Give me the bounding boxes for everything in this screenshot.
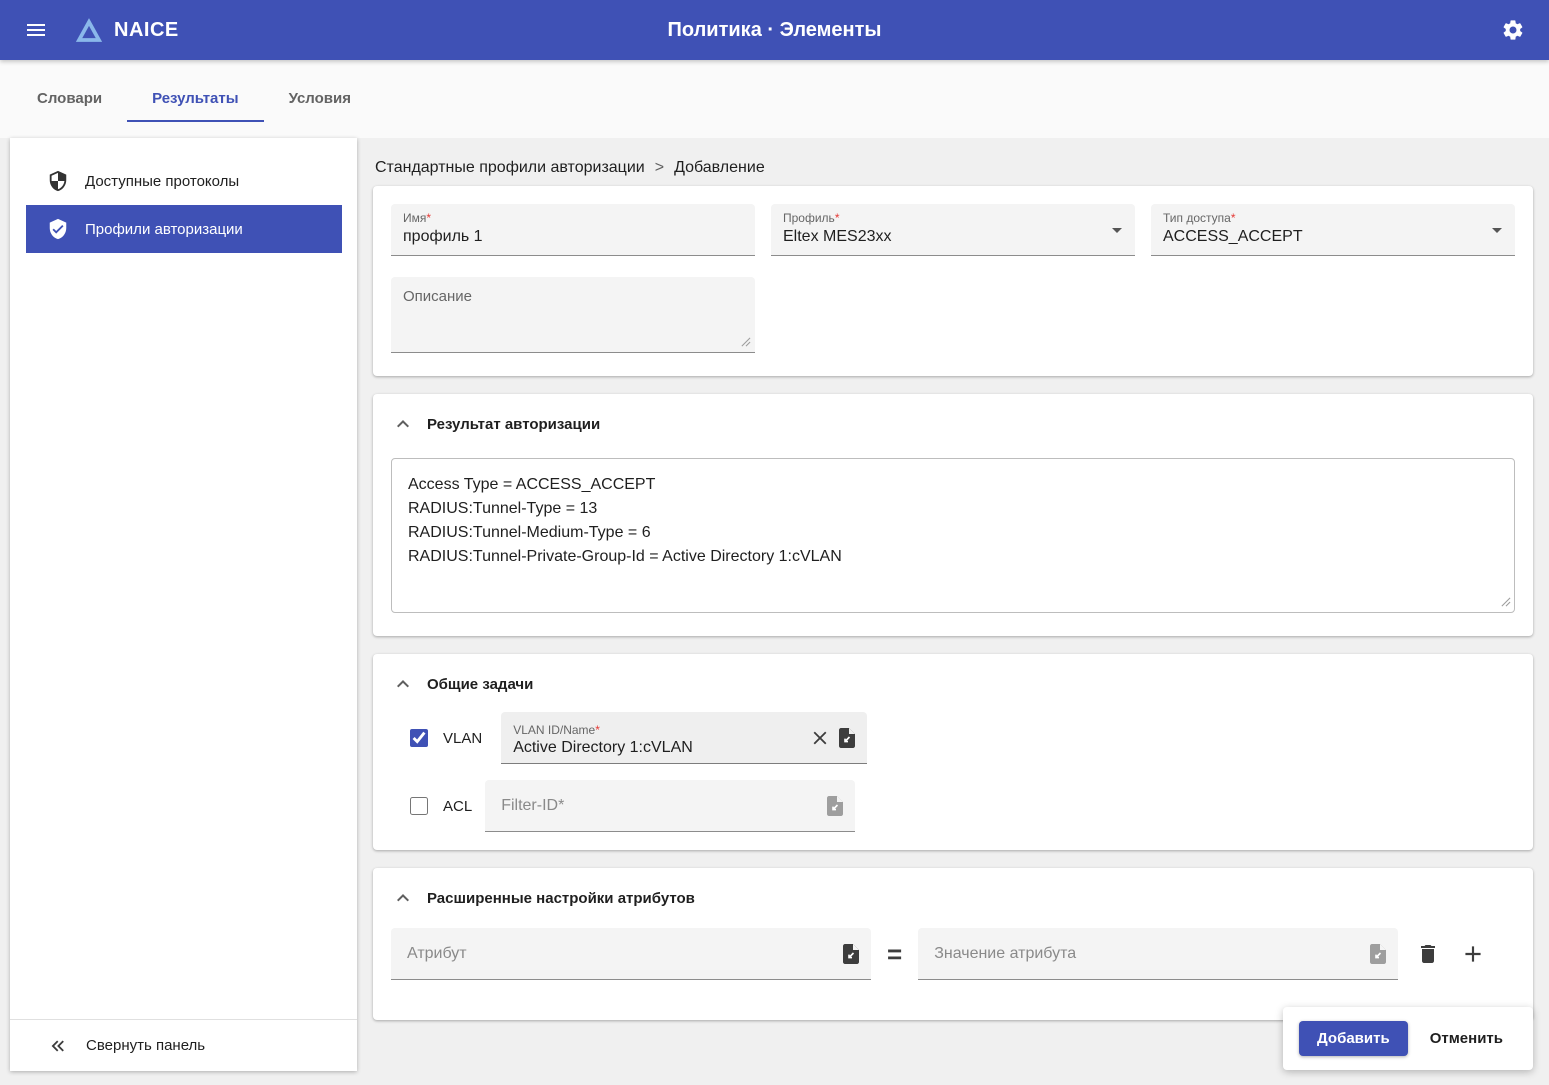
vlan-id-field-value: Active Directory 1:cVLAN <box>513 737 807 757</box>
sidebar-item-label: Доступные протоколы <box>85 173 239 190</box>
common-tasks-card: Общие задачи VLAN VLAN ID/Name* Active D… <box>373 654 1533 850</box>
general-info-card: Имя* Профиль* Eltex MES23xx Тип доступа*… <box>373 186 1533 376</box>
gear-icon[interactable] <box>1497 14 1529 46</box>
sidebar-item-label: Профили авторизации <box>85 221 243 238</box>
cancel-button[interactable]: Отменить <box>1416 1021 1517 1056</box>
profile-select-value: Eltex MES23xx <box>783 225 1105 246</box>
access-type-select[interactable]: Тип доступа* ACCESS_ACCEPT <box>1151 204 1515 256</box>
breadcrumb-current: Добавление <box>674 159 765 177</box>
paste-from-dictionary-icon[interactable] <box>833 724 861 752</box>
acl-checkbox-label: ACL <box>443 798 472 815</box>
app-bar: NAICE Политика · Элементы <box>0 0 1549 60</box>
required-asterisk: * <box>426 211 431 225</box>
vlan-id-field[interactable]: VLAN ID/Name* Active Directory 1:cVLAN <box>501 712 867 764</box>
collapse-section-icon[interactable] <box>391 886 415 910</box>
dropdown-arrow-icon <box>1112 228 1122 233</box>
vlan-row: VLAN VLAN ID/Name* Active Directory 1:cV… <box>391 712 1515 764</box>
brand: NAICE <box>74 15 179 45</box>
collapse-section-icon[interactable] <box>391 672 415 696</box>
acl-checkbox[interactable] <box>410 797 428 815</box>
double-chevron-left-icon <box>47 1035 69 1057</box>
access-type-select-value: ACCESS_ACCEPT <box>1163 225 1485 246</box>
sidebar-item-authorization-profiles[interactable]: Профили авторизации <box>26 205 342 253</box>
delete-row-icon[interactable] <box>1414 940 1442 968</box>
required-asterisk: * <box>1231 211 1236 225</box>
breadcrumb-parent[interactable]: Стандартные профили авторизации <box>375 159 645 177</box>
collapse-panel-button[interactable]: Свернуть панель <box>10 1019 357 1071</box>
main-content: Стандартные профили авторизации > Добавл… <box>357 138 1549 1085</box>
collapse-section-icon[interactable] <box>391 412 415 436</box>
tab-dictionaries[interactable]: Словари <box>12 74 127 122</box>
attribute-input[interactable] <box>395 945 837 963</box>
auth-result-textarea[interactable]: Access Type = ACCESS_ACCEPT RADIUS:Tunne… <box>391 458 1515 613</box>
breadcrumb: Стандартные профили авторизации > Добавл… <box>373 150 1533 186</box>
name-field[interactable]: Имя* <box>391 204 755 256</box>
tab-bar: Словари Результаты Условия <box>0 60 1549 138</box>
form-action-bar: Добавить Отменить <box>1283 1007 1533 1070</box>
naice-logo-icon <box>74 15 104 45</box>
dropdown-arrow-icon <box>1492 228 1502 233</box>
sidebar-item-available-protocols[interactable]: Доступные протоколы <box>26 157 342 205</box>
auth-result-card: Результат авторизации Access Type = ACCE… <box>373 394 1533 636</box>
vlan-id-field-label: VLAN ID/Name* <box>513 723 807 737</box>
shield-check-icon <box>47 218 69 240</box>
clear-icon[interactable] <box>807 725 833 751</box>
vlan-checkbox-label: VLAN <box>443 730 482 747</box>
tab-results[interactable]: Результаты <box>127 74 263 122</box>
required-asterisk: * <box>835 211 840 225</box>
auth-result-title: Результат авторизации <box>427 416 600 433</box>
menu-icon[interactable] <box>20 14 52 46</box>
breadcrumb-separator: > <box>655 159 664 177</box>
add-button[interactable]: Добавить <box>1299 1021 1408 1056</box>
shield-half-icon <box>47 170 69 192</box>
attribute-row: = <box>391 928 1515 1002</box>
add-row-icon[interactable] <box>1458 939 1488 969</box>
access-type-select-label: Тип доступа* <box>1163 211 1503 225</box>
attribute-value-input[interactable] <box>922 945 1364 963</box>
vlan-checkbox[interactable] <box>410 729 428 747</box>
profile-select[interactable]: Профиль* Eltex MES23xx <box>771 204 1135 256</box>
filter-id-field[interactable] <box>485 780 855 832</box>
name-input[interactable] <box>403 225 725 246</box>
equals-sign: = <box>887 939 902 970</box>
acl-row: ACL <box>391 780 1515 832</box>
filter-id-input[interactable] <box>489 797 821 815</box>
profile-select-label: Профиль* <box>783 211 1123 225</box>
sidebar: Доступные протоколы Профили авторизации … <box>10 138 357 1071</box>
vlan-id-field-text: VLAN ID/Name* Active Directory 1:cVLAN <box>513 718 807 757</box>
required-asterisk: * <box>595 723 600 737</box>
attribute-field[interactable] <box>391 928 871 980</box>
tab-conditions[interactable]: Условия <box>264 74 376 122</box>
page-title: Политика · Элементы <box>668 19 882 42</box>
common-tasks-title: Общие задачи <box>427 676 533 693</box>
name-field-label: Имя* <box>403 211 743 225</box>
paste-from-dictionary-icon-disabled[interactable] <box>821 792 849 820</box>
paste-from-dictionary-icon[interactable] <box>837 940 865 968</box>
advanced-attributes-card: Расширенные настройки атрибутов = <box>373 868 1533 1020</box>
paste-from-dictionary-icon-disabled[interactable] <box>1364 940 1392 968</box>
brand-name: NAICE <box>114 19 179 42</box>
description-textarea[interactable] <box>391 277 755 353</box>
advanced-attributes-title: Расширенные настройки атрибутов <box>427 890 695 907</box>
collapse-panel-label: Свернуть панель <box>86 1037 205 1054</box>
attribute-value-field[interactable] <box>918 928 1398 980</box>
